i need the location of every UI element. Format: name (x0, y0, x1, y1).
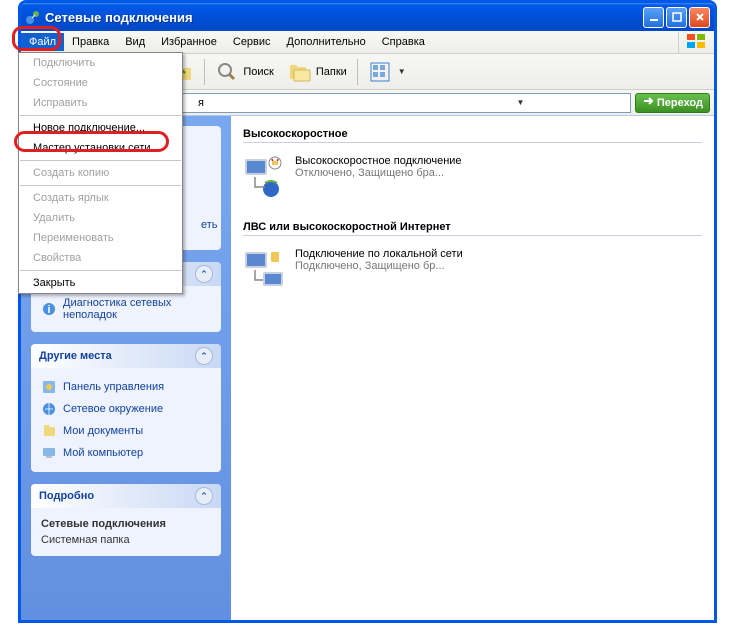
close-button[interactable] (689, 7, 710, 28)
link-network-places[interactable]: Сетевое окружение (41, 398, 211, 420)
link-diagnostics[interactable]: i Диагностика сетевых неполадок (41, 294, 211, 324)
group-header: ЛВС или высокоскоростной Интернет (243, 217, 702, 236)
search-button[interactable]: Поиск (209, 57, 279, 87)
chevron-down-icon[interactable]: ▼ (413, 98, 628, 107)
windows-logo-icon (678, 32, 714, 53)
menu-item-network-wizard[interactable]: Мастер установки сети... (19, 138, 182, 158)
menu-view[interactable]: Вид (117, 33, 153, 51)
menu-help[interactable]: Справка (374, 33, 433, 51)
menu-item-delete[interactable]: Удалить (19, 208, 182, 228)
network-places-icon (41, 401, 57, 417)
menu-file[interactable]: Файл (21, 33, 64, 51)
titlebar[interactable]: Сетевые подключения (21, 3, 714, 31)
broadband-connection-icon (243, 155, 287, 199)
menu-item-shortcut[interactable]: Создать ярлык (19, 188, 182, 208)
go-button[interactable]: Переход (635, 93, 710, 113)
folders-icon (288, 60, 312, 84)
main-area: Высокоскоростное Высокоскоростное подклю… (231, 116, 714, 620)
menu-favorites[interactable]: Избранное (153, 33, 225, 51)
link-my-computer[interactable]: Мой компьютер (41, 442, 211, 464)
menu-item-repair[interactable]: Исправить (19, 93, 182, 113)
panel-details: Подробно ⌃ Сетевые подключения Системная… (31, 484, 221, 556)
menu-item-properties[interactable]: Свойства (19, 248, 182, 268)
menu-advanced[interactable]: Дополнительно (279, 33, 374, 51)
connection-item[interactable]: Подключение по локальной сети Подключено… (243, 244, 702, 296)
menu-tools[interactable]: Сервис (225, 33, 279, 51)
minimize-button[interactable] (643, 7, 664, 28)
collapse-icon[interactable]: ⌃ (195, 487, 213, 505)
chevron-down-icon: ▼ (398, 67, 406, 76)
folders-button[interactable]: Папки (282, 57, 353, 87)
menu-item-status[interactable]: Состояние (19, 73, 182, 93)
connection-info: Высокоскоростное подключение Отключено, … (295, 155, 462, 199)
menu-separator (20, 115, 181, 116)
maximize-button[interactable] (666, 7, 687, 28)
network-connections-icon (25, 9, 41, 25)
help-icon: i (41, 301, 57, 317)
panel-header[interactable]: Другие места ⌃ (31, 344, 221, 368)
menu-separator (20, 185, 181, 186)
lan-connection-icon (243, 248, 287, 292)
group-header: Высокоскоростное (243, 124, 702, 143)
panel-other-places: Другие места ⌃ Панель управления Сетевое… (31, 344, 221, 472)
link-control-panel[interactable]: Панель управления (41, 376, 211, 398)
menubar: Файл Правка Вид Избранное Сервис Дополни… (21, 31, 714, 54)
collapse-icon[interactable]: ⌃ (195, 347, 213, 365)
toolbar-separator (357, 59, 358, 85)
panel-header[interactable]: Подробно ⌃ (31, 484, 221, 508)
views-icon (368, 60, 392, 84)
menu-item-copy[interactable]: Создать копию (19, 163, 182, 183)
connection-item[interactable]: Высокоскоростное подключение Отключено, … (243, 151, 702, 203)
details-type: Системная папка (41, 532, 211, 548)
file-menu-dropdown: Подключить Состояние Исправить Новое под… (18, 52, 183, 294)
control-panel-icon (41, 379, 57, 395)
menu-item-new-connection[interactable]: Новое подключение... (19, 118, 182, 138)
toolbar-separator (204, 59, 205, 85)
collapse-icon[interactable]: ⌃ (195, 265, 213, 283)
go-arrow-icon (642, 95, 654, 110)
menu-separator (20, 160, 181, 161)
search-icon (215, 60, 239, 84)
window-controls (643, 7, 710, 28)
menu-item-connect[interactable]: Подключить (19, 53, 182, 73)
link-my-documents[interactable]: Мои документы (41, 420, 211, 442)
svg-text:i: i (47, 304, 50, 316)
window-title: Сетевые подключения (45, 10, 643, 25)
views-button[interactable]: ▼ (362, 57, 412, 87)
menu-edit[interactable]: Правка (64, 33, 117, 51)
documents-icon (41, 423, 57, 439)
menu-item-close[interactable]: Закрыть (19, 273, 182, 293)
computer-icon (41, 445, 57, 461)
details-name: Сетевые подключения (41, 518, 166, 530)
menu-item-rename[interactable]: Переименовать (19, 228, 182, 248)
menu-separator (20, 270, 181, 271)
connection-info: Подключение по локальной сети Подключено… (295, 248, 463, 292)
